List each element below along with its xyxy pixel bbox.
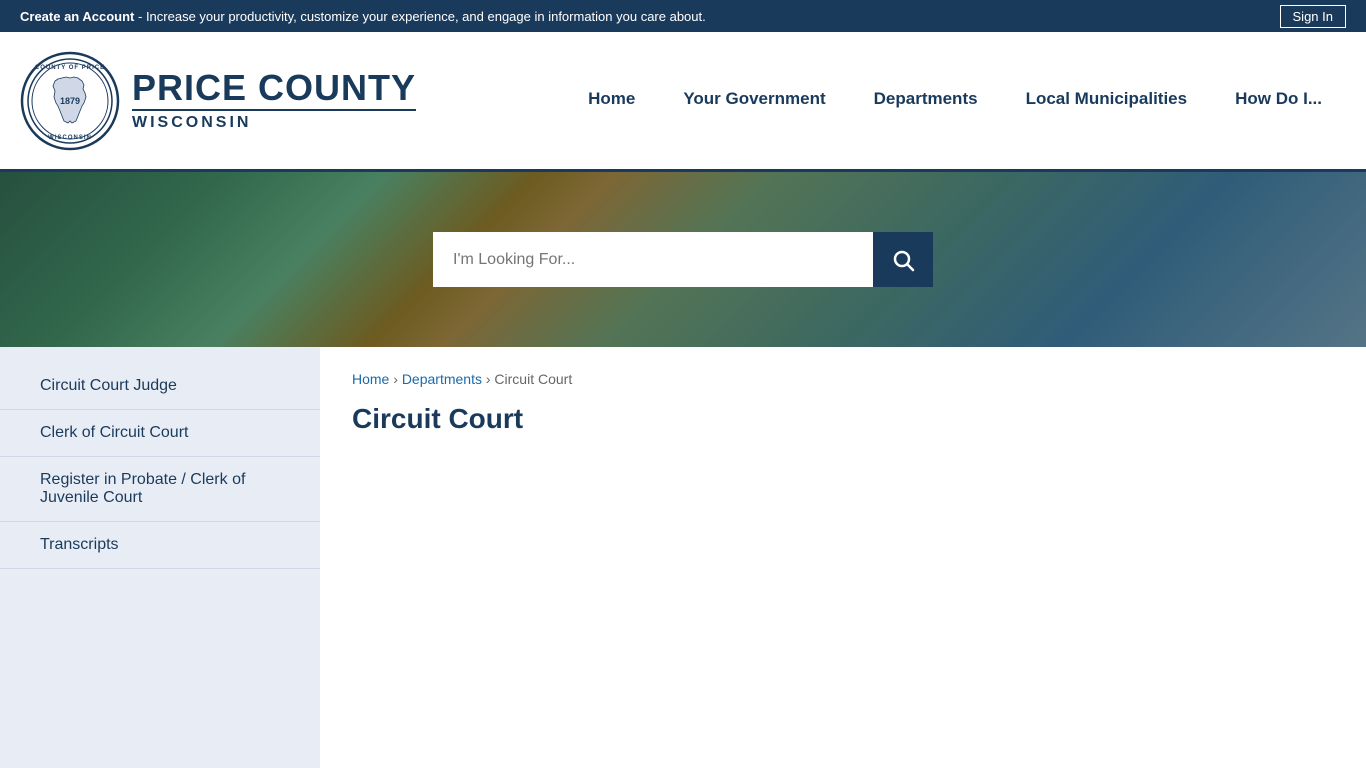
nav-home[interactable]: Home (564, 32, 659, 169)
banner-text: - Increase your productivity, customize … (134, 9, 705, 24)
breadcrumb-separator-1: › (393, 371, 402, 387)
svg-text:1879: 1879 (60, 96, 80, 106)
county-seal: COUNTY OF PRICE WISCONSIN 1879 (20, 51, 120, 151)
sidebar-item-circuit-court-judge[interactable]: Circuit Court Judge (0, 363, 320, 410)
logo-area: COUNTY OF PRICE WISCONSIN 1879 PRICE COU… (20, 51, 416, 151)
page-title: Circuit Court (352, 403, 1334, 435)
create-account-link[interactable]: Create an Account (20, 9, 134, 24)
sidebar: Circuit Court Judge Clerk of Circuit Cou… (0, 347, 320, 768)
page-content: Home › Departments › Circuit Court Circu… (320, 347, 1366, 768)
sidebar-item-register-in-probate[interactable]: Register in Probate / Clerk of Juvenile … (0, 457, 320, 522)
breadcrumb: Home › Departments › Circuit Court (352, 371, 1334, 387)
nav-departments[interactable]: Departments (850, 32, 1002, 169)
sidebar-item-transcripts[interactable]: Transcripts (0, 522, 320, 569)
search-button[interactable] (873, 232, 933, 287)
svg-text:WISCONSIN: WISCONSIN (48, 135, 92, 141)
search-container (433, 232, 933, 287)
hero-section (0, 172, 1366, 347)
main-content: Circuit Court Judge Clerk of Circuit Cou… (0, 347, 1366, 768)
breadcrumb-current: Circuit Court (494, 371, 572, 387)
sign-in-button[interactable]: Sign In (1280, 5, 1346, 28)
search-input[interactable] (433, 232, 873, 287)
sidebar-item-clerk-of-circuit-court[interactable]: Clerk of Circuit Court (0, 410, 320, 457)
nav-local-municipalities[interactable]: Local Municipalities (1002, 32, 1212, 169)
nav-how-do-i[interactable]: How Do I... (1211, 32, 1346, 169)
main-nav: Home Your Government Departments Local M… (564, 32, 1346, 169)
site-header: COUNTY OF PRICE WISCONSIN 1879 PRICE COU… (0, 32, 1366, 172)
breadcrumb-home[interactable]: Home (352, 371, 389, 387)
county-name-main: PRICE COUNTY (132, 70, 416, 106)
top-banner: Create an Account - Increase your produc… (0, 0, 1366, 32)
nav-your-government[interactable]: Your Government (659, 32, 849, 169)
banner-message: Create an Account - Increase your produc… (20, 9, 706, 24)
county-name-block: PRICE COUNTY WISCONSIN (132, 70, 416, 132)
county-name-sub: WISCONSIN (132, 109, 416, 132)
svg-text:COUNTY OF PRICE: COUNTY OF PRICE (35, 65, 105, 71)
search-icon (891, 248, 915, 272)
breadcrumb-departments[interactable]: Departments (402, 371, 482, 387)
